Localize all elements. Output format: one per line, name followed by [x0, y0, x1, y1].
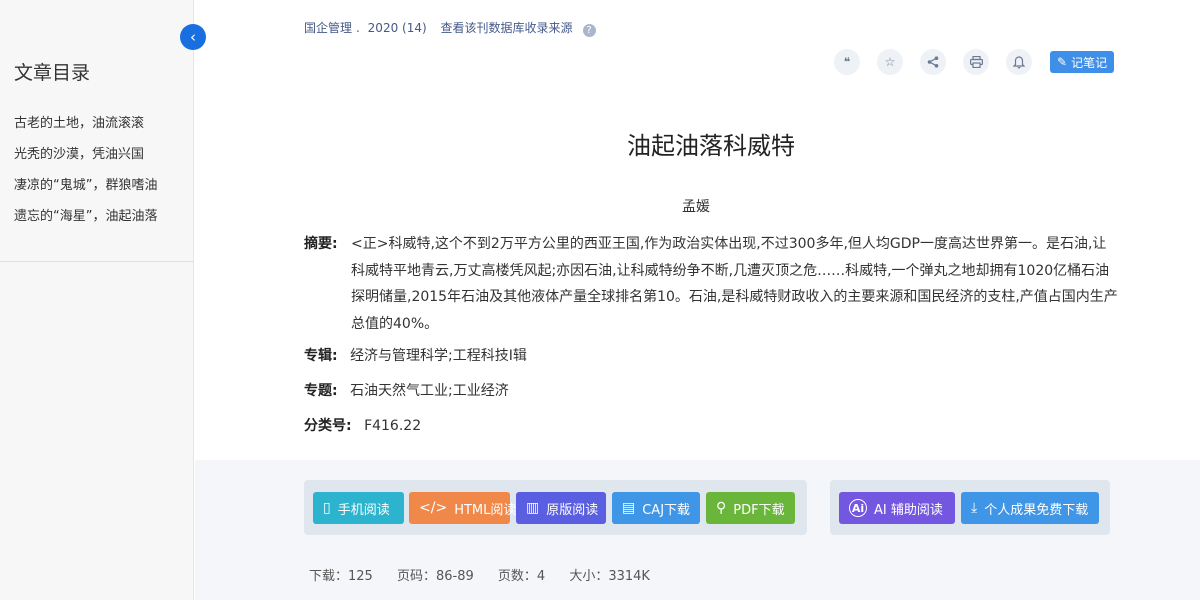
- toc-item[interactable]: 光秃的沙漠，凭油兴国: [14, 145, 157, 176]
- bell-icon[interactable]: [1006, 49, 1032, 75]
- toc-sidebar: 文章目录 古老的土地，油流滚滚 光秃的沙漠，凭油兴国 凄凉的“鬼城”，群狼嗜油 …: [0, 0, 194, 600]
- classification-value: F416.22: [364, 418, 422, 434]
- book-icon: ▥: [526, 500, 540, 516]
- classification-row: 分类号: F416.22: [304, 415, 421, 435]
- code-icon: </>: [419, 500, 448, 516]
- quote-icon[interactable]: ❝: [834, 49, 860, 75]
- personal-download-label: 个人成果免费下载: [984, 502, 1089, 518]
- download-count: 下载：125: [309, 569, 373, 584]
- pdf-download-label: PDF下载: [733, 502, 785, 518]
- take-note-label: 记笔记: [1071, 55, 1108, 70]
- caj-download-label: CAJ下载: [642, 502, 691, 518]
- series-row: 专辑: 经济与管理科学;工程科技Ⅰ辑: [304, 345, 527, 365]
- series-value: 经济与管理科学;工程科技Ⅰ辑: [350, 348, 527, 364]
- page-range: 页码：86-89: [396, 569, 474, 584]
- html-read-label: HTML阅读: [454, 502, 517, 518]
- article-author[interactable]: 孟媛: [304, 196, 1088, 216]
- toc-list: 古老的土地，油流滚滚 光秃的沙漠，凭油兴国 凄凉的“鬼城”，群狼嗜油 遗忘的“海…: [14, 114, 157, 238]
- journal-name[interactable]: 国企管理: [304, 21, 352, 35]
- printer-icon[interactable]: [963, 49, 989, 75]
- collapse-sidebar-icon[interactable]: ‹: [180, 24, 206, 50]
- help-icon[interactable]: ?: [582, 24, 596, 37]
- sidebar-divider: [0, 261, 194, 262]
- journal-issue[interactable]: 2020 (14): [368, 21, 427, 35]
- abstract-label: 摘要:: [304, 236, 338, 252]
- abstract-text: <正>科威特,这个不到2万平方公里的西亚王国,作为政治实体出现,不过300多年,…: [351, 236, 1118, 332]
- file-size: 大小：3314K: [569, 569, 650, 584]
- download-icon: ⤓: [971, 500, 978, 516]
- abstract-block: 摘要: <正>科威特,这个不到2万平方公里的西亚王国,作为政治实体出现,不过30…: [304, 231, 1120, 337]
- personal-download-button[interactable]: ⤓ 个人成果免费下载: [961, 492, 1099, 524]
- open-book-icon: ▤: [622, 500, 636, 516]
- topic-row: 专题: 石油天然气工业;工业经济: [304, 380, 509, 400]
- toc-item[interactable]: 古老的土地，油流滚滚: [14, 114, 157, 145]
- source-line: 国企管理. 2020 (14) 查看该刊数据库收录来源?: [304, 19, 600, 37]
- source-separator: .: [356, 21, 360, 35]
- take-note-button[interactable]: ✎ 记笔记: [1050, 51, 1115, 73]
- pdf-download-button[interactable]: ⚲ PDF下载: [706, 492, 795, 524]
- original-read-label: 原版阅读: [546, 502, 599, 518]
- database-source-link[interactable]: 查看该刊数据库收录来源: [441, 21, 573, 35]
- share-icon[interactable]: [920, 49, 946, 75]
- ai-icon: Ai: [849, 499, 867, 517]
- classification-label: 分类号:: [304, 418, 352, 434]
- page-count: 页数：4: [497, 569, 546, 584]
- phone-icon: ▯: [323, 500, 331, 516]
- toc-item[interactable]: 遗忘的“海星”，油起油落: [14, 207, 157, 238]
- ai-read-button[interactable]: Ai AI 辅助阅读: [839, 492, 955, 524]
- article-title: 油起油落科威特: [627, 132, 795, 160]
- pdf-icon: ⚲: [716, 500, 727, 516]
- topic-value: 石油天然气工业;工业经济: [350, 383, 509, 399]
- caj-download-button[interactable]: ▤ CAJ下载: [612, 492, 700, 524]
- article-toolbar: ❝ ☆ ✎ 记笔记: [834, 49, 1115, 75]
- pencil-icon: ✎: [1057, 55, 1068, 69]
- mobile-read-label: 手机阅读: [337, 502, 390, 518]
- series-label: 专辑:: [304, 348, 338, 364]
- reading-actions-group: ▯ 手机阅读 </> HTML阅读 ▥ 原版阅读 ▤ CAJ下载 ⚲ PDF下载: [304, 480, 807, 535]
- html-read-button[interactable]: </> HTML阅读: [409, 492, 516, 524]
- article-stats: 下载：125 页码：86-89 页数：4 大小：3314K: [309, 565, 670, 584]
- toc-title: 文章目录: [14, 62, 91, 84]
- mobile-read-button[interactable]: ▯ 手机阅读: [313, 492, 404, 524]
- original-read-button[interactable]: ▥ 原版阅读: [516, 492, 606, 524]
- ai-read-label: AI 辅助阅读: [874, 502, 943, 518]
- star-icon[interactable]: ☆: [877, 49, 903, 75]
- extra-actions-group: Ai AI 辅助阅读 ⤓ 个人成果免费下载: [830, 480, 1110, 535]
- topic-label: 专题:: [304, 383, 338, 399]
- toc-item[interactable]: 凄凉的“鬼城”，群狼嗜油: [14, 176, 157, 207]
